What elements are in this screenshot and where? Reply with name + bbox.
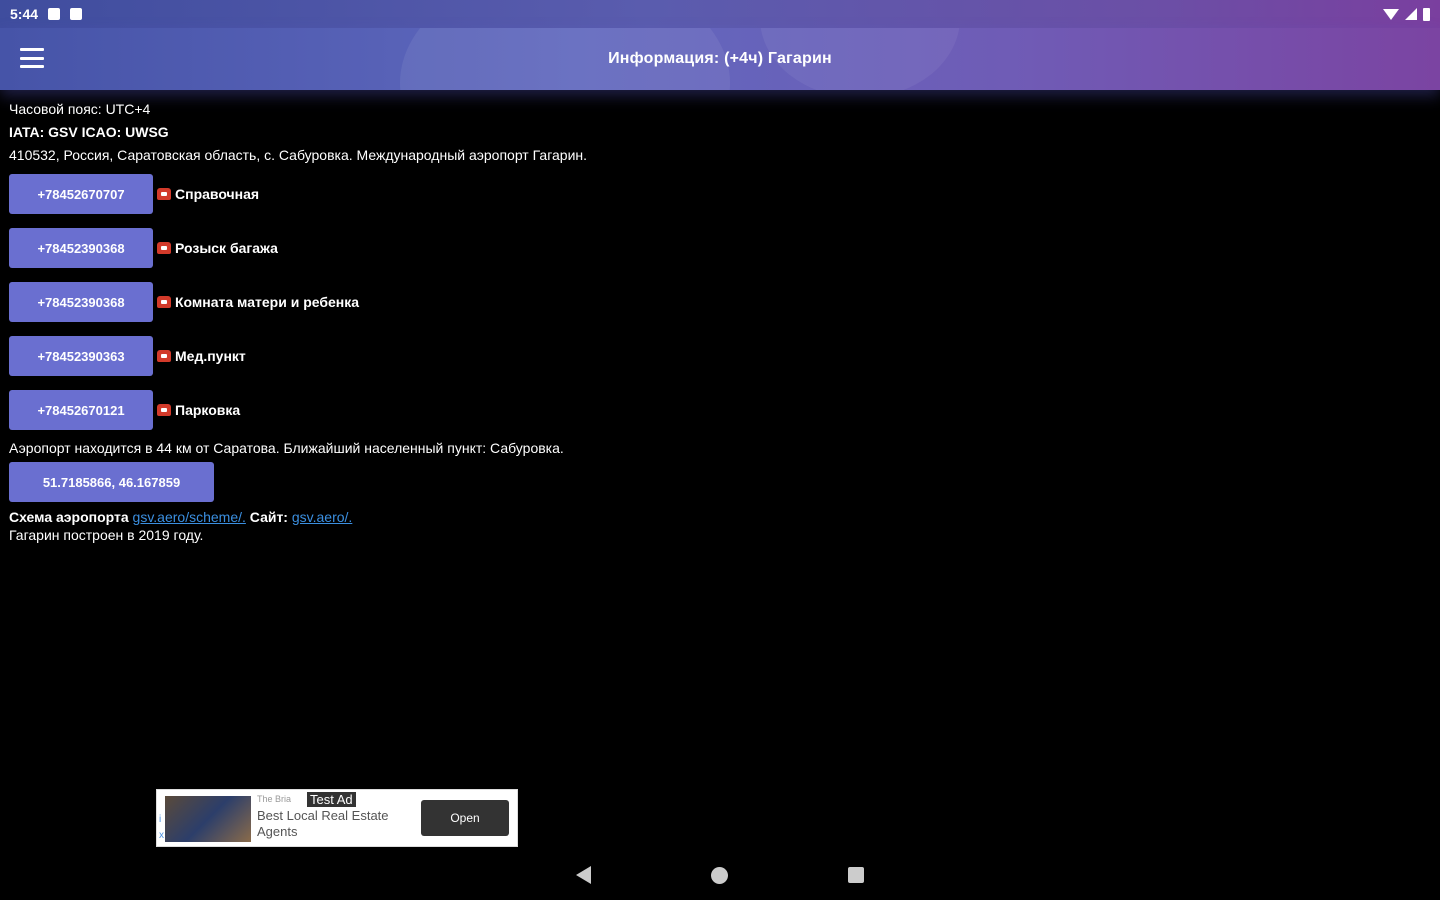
call-button[interactable]: +78452670121 xyxy=(9,390,153,430)
menu-icon-line xyxy=(20,48,44,51)
address-text: 410532, Россия, Саратовская область, с. … xyxy=(9,147,588,163)
phone-row: +78452390363 Мед.пункт xyxy=(9,329,1429,383)
signal-icon xyxy=(1405,8,1417,20)
scheme-label: Схема аэропорта xyxy=(9,509,129,525)
history-text: Гагарин построен в 2019 году. xyxy=(9,527,204,543)
phone-icon xyxy=(157,404,171,416)
phone-label: Розыск багажа xyxy=(175,240,278,256)
links-line: Схема аэропорта gsv.aero/scheme/. Сайт: … xyxy=(9,508,1429,526)
site-link[interactable]: gsv.aero/. xyxy=(292,509,352,525)
status-bar: 5:44 xyxy=(0,0,1440,28)
ad-banner[interactable]: i x The Bria Best Local Real Estate Agen… xyxy=(156,789,518,847)
ad-headline[interactable]: Best Local Real Estate Agents xyxy=(257,808,417,840)
call-button[interactable]: +78452670707 xyxy=(9,174,153,214)
phone-icon xyxy=(157,242,171,254)
phone-row: +78452390368 Розыск багажа xyxy=(9,221,1429,275)
battery-icon xyxy=(1423,7,1430,21)
ad-open-button[interactable]: Open xyxy=(421,800,509,836)
phone-label: Парковка xyxy=(175,402,241,418)
status-left: 5:44 xyxy=(10,6,83,22)
ad-close-icon[interactable]: x xyxy=(159,830,164,841)
scheme-link[interactable]: gsv.aero/scheme/. xyxy=(133,509,246,525)
ad-image[interactable] xyxy=(165,796,251,842)
back-icon[interactable] xyxy=(576,866,591,884)
phone-icon xyxy=(157,296,171,308)
phone-row: +78452670707 Справочная xyxy=(9,167,1429,221)
airport-info: Часовой пояс: UTC+4 IATA: GSV ICAO: UWSG… xyxy=(9,98,1429,544)
sd-card-icon xyxy=(70,8,83,20)
phone-row: +78452390368 Комната матери и ребенка xyxy=(9,275,1429,329)
timezone-text: Часовой пояс: UTC+4 xyxy=(9,101,151,117)
app-bar: Информация: (+4ч) Гагарин xyxy=(0,28,1440,90)
phone-icon xyxy=(157,188,171,200)
status-time: 5:44 xyxy=(10,6,39,22)
phone-label: Мед.пункт xyxy=(175,348,246,364)
navigation-bar xyxy=(0,850,1440,900)
call-button[interactable]: +78452390363 xyxy=(9,336,153,376)
coordinates-button[interactable]: 51.7185866, 46.167859 xyxy=(9,462,214,502)
call-button[interactable]: +78452390368 xyxy=(9,282,153,322)
test-ad-badge: Test Ad xyxy=(307,792,356,807)
phone-icon xyxy=(157,350,171,362)
recent-apps-icon[interactable] xyxy=(848,867,864,883)
distance-text: Аэропорт находится в 44 км от Саратова. … xyxy=(9,440,564,456)
status-right xyxy=(1383,7,1430,21)
notification-icon xyxy=(48,8,61,20)
phone-label: Комната матери и ребенка xyxy=(175,294,360,310)
wifi-icon xyxy=(1383,8,1399,20)
ad-info-icon[interactable]: i xyxy=(159,814,161,825)
menu-icon-line xyxy=(20,56,44,60)
home-icon[interactable] xyxy=(711,866,728,884)
phone-row: +78452670121 Парковка xyxy=(9,383,1429,437)
menu-icon-line xyxy=(20,65,44,68)
menu-icon[interactable] xyxy=(20,48,44,68)
ad-advertiser: The Bria xyxy=(257,794,292,804)
page-title: Информация: (+4ч) Гагарин xyxy=(608,50,832,67)
site-label: Сайт: xyxy=(249,509,288,525)
call-button[interactable]: +78452390368 xyxy=(9,228,153,268)
phone-label: Справочная xyxy=(175,186,260,202)
codes-text: IATA: GSV ICAO: UWSG xyxy=(9,124,169,140)
